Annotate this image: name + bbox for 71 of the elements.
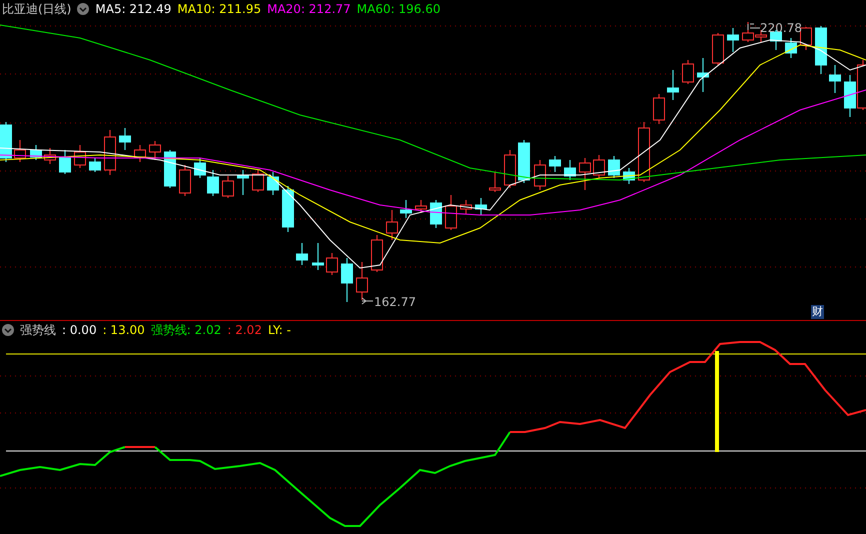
candlestick <box>149 140 161 160</box>
indicator-value: MA60: 196.60 <box>356 2 440 16</box>
candlestick <box>623 168 635 184</box>
high-price-annotation: 220.78 <box>748 21 802 35</box>
candlestick <box>549 156 561 172</box>
candlestick <box>785 38 797 58</box>
candlestick <box>326 252 338 276</box>
candlestick <box>282 186 294 232</box>
indicator-value: : 2.02 <box>227 323 262 337</box>
candlestick <box>386 210 398 240</box>
candlestick <box>415 200 427 214</box>
indicator-value: MA5: 212.49 <box>95 2 172 16</box>
indicator-value: MA10: 211.95 <box>177 2 262 16</box>
candlestick <box>697 58 709 92</box>
candlestick <box>844 74 856 118</box>
indicator-value: : 13.00 <box>102 323 145 337</box>
low-price-annotation: 162.77 <box>362 295 416 309</box>
candlestick <box>653 94 665 124</box>
candlestick <box>74 144 86 168</box>
candlestick <box>445 194 457 230</box>
candlestick <box>593 154 605 178</box>
candlestick <box>59 150 71 174</box>
candlestick <box>800 26 812 50</box>
candlestick <box>475 198 487 216</box>
candlestick <box>89 158 101 172</box>
candlestick <box>608 156 620 178</box>
candlestick <box>460 200 472 214</box>
candlestick <box>638 122 650 182</box>
candlestick <box>164 150 176 188</box>
candlestick <box>371 234 383 272</box>
candlestick <box>727 28 739 52</box>
candlestick <box>518 140 530 184</box>
candlestick <box>179 164 191 196</box>
candlestick <box>579 158 591 190</box>
finance-badge[interactable]: 财 <box>811 305 824 319</box>
candlestick <box>815 26 827 74</box>
candlestick <box>194 158 206 178</box>
candlestick <box>14 140 26 162</box>
candlestick <box>119 128 131 150</box>
candlestick <box>207 170 219 196</box>
candlestick <box>134 144 146 162</box>
indicator-title: 强势线 <box>20 322 56 338</box>
indicator-value: MA20: 212.77 <box>267 2 351 16</box>
candlestick <box>489 172 501 192</box>
candlestick <box>104 130 116 176</box>
candlestick <box>296 242 308 266</box>
candlestick <box>30 144 42 160</box>
indicator-value: 强势线: 2.02 <box>150 322 222 338</box>
candlestick <box>534 160 546 190</box>
candlestick <box>341 258 353 302</box>
candlestick <box>564 160 576 180</box>
candlestick <box>667 70 679 100</box>
candlestick <box>237 170 249 196</box>
candlestick <box>222 176 234 198</box>
candlestick <box>356 262 368 300</box>
candlestick <box>267 172 279 196</box>
dropdown-icon[interactable] <box>2 324 14 336</box>
chart-title: 比亚迪(日线) <box>2 0 72 18</box>
candlestick <box>682 60 694 84</box>
indicator-value: : 0.00 <box>62 323 97 337</box>
candlestick <box>400 200 412 218</box>
indicator-value: LY: - <box>268 323 291 337</box>
candlestick <box>0 122 12 162</box>
dropdown-icon[interactable] <box>77 3 90 15</box>
candlestick <box>712 32 724 66</box>
candlestick <box>829 64 841 94</box>
candlestick <box>44 148 56 164</box>
candlestick <box>312 242 324 270</box>
candlestick <box>430 200 442 228</box>
candlestick <box>252 170 264 192</box>
candlestick <box>504 150 516 188</box>
